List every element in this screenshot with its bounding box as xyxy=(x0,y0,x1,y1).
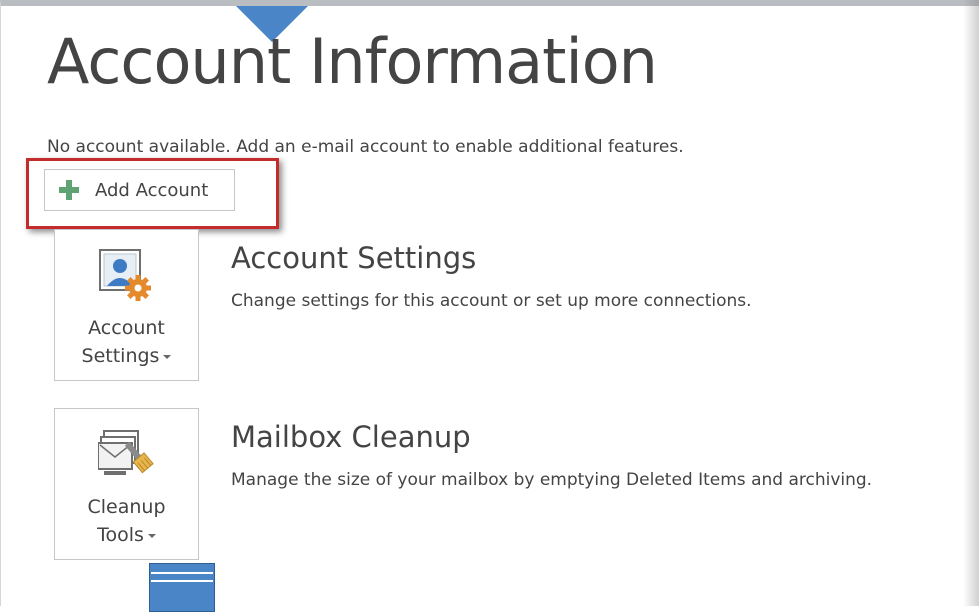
chevron-down-icon xyxy=(147,533,156,538)
arrow-bar-stripe xyxy=(151,580,213,582)
plus-icon xyxy=(59,180,79,200)
account-settings-button[interactable]: Account Settings xyxy=(54,229,199,381)
backstage-panel: Account Information No account available… xyxy=(0,0,979,612)
account-settings-label-line2: Settings xyxy=(55,342,198,370)
no-account-notice: No account available. Add an e-mail acco… xyxy=(47,137,684,157)
window-shadow xyxy=(963,0,979,606)
add-account-button[interactable]: Add Account xyxy=(44,169,235,211)
arrow-up-annotation xyxy=(149,563,215,612)
account-settings-icon xyxy=(99,249,151,301)
cleanup-tools-button[interactable]: Cleanup Tools xyxy=(54,408,199,560)
mailbox-cleanup-heading: Mailbox Cleanup xyxy=(231,420,471,454)
account-settings-heading: Account Settings xyxy=(231,241,477,275)
cleanup-tools-label-line2: Tools xyxy=(55,521,198,549)
cleanup-tools-label-line1: Cleanup xyxy=(87,496,166,518)
arrow-bar-stripe xyxy=(151,572,213,574)
cleanup-tools-icon xyxy=(98,430,154,475)
mailbox-cleanup-description: Manage the size of your mailbox by empty… xyxy=(231,470,873,490)
account-settings-label-line1: Account xyxy=(88,317,165,339)
account-settings-description: Change settings for this account or set … xyxy=(231,291,752,311)
chevron-down-icon xyxy=(163,354,172,359)
add-account-label: Add Account xyxy=(95,179,209,201)
page-title: Account Information xyxy=(47,25,658,98)
